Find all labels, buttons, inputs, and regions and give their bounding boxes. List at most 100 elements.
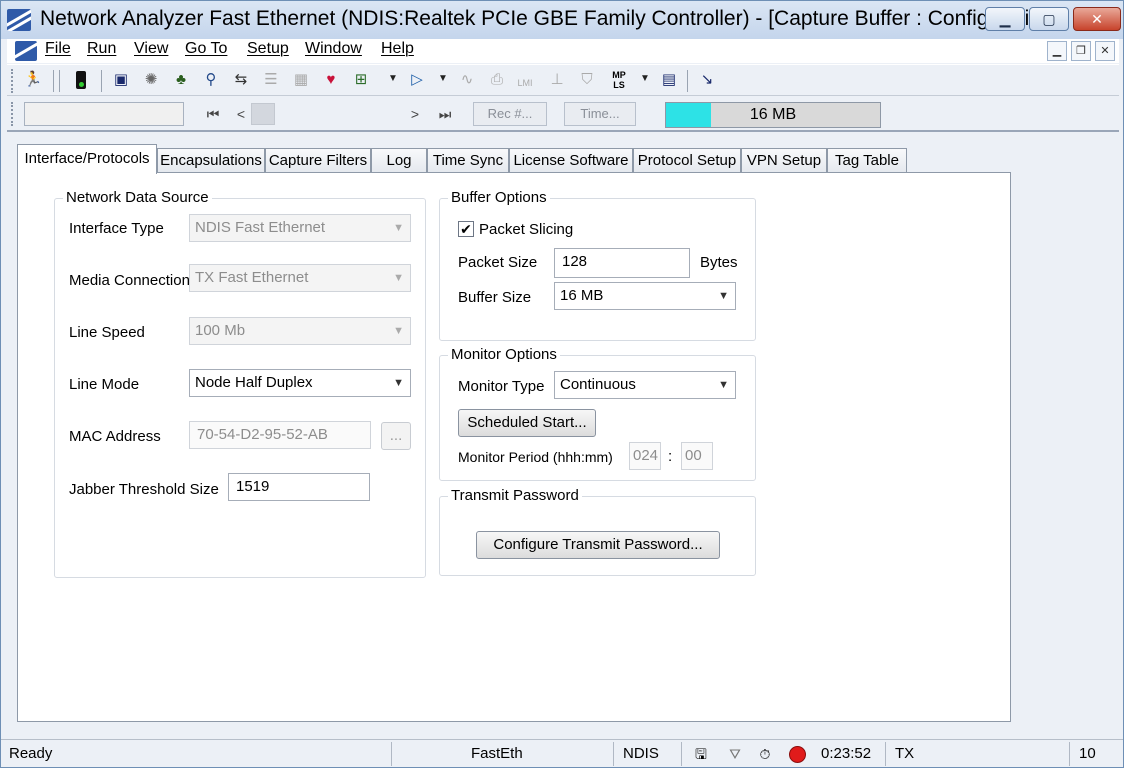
tab-time-sync[interactable]: Time Sync <box>427 148 509 173</box>
packet-size-unit: Bytes <box>700 254 738 271</box>
title-bar: Network Analyzer Fast Ethernet (NDIS:Rea… <box>1 1 1123 39</box>
buffer-options-group: Buffer Options ✔ Packet Slicing Packet S… <box>439 189 756 341</box>
group-title: Monitor Options <box>448 346 560 363</box>
mpls-icon[interactable]: MP LS <box>609 70 629 90</box>
menu-bar: File Run View Go To Setup Window Help ▁ … <box>7 39 1119 63</box>
list-icon[interactable]: ☰ <box>261 70 281 90</box>
tool-icon[interactable]: ↘ <box>697 70 717 90</box>
filter-arrow-icon[interactable]: ▷ <box>407 70 427 90</box>
buffer-size-select[interactable]: 16 MB ▼ <box>554 282 736 310</box>
scheduled-start-button[interactable]: Scheduled Start... <box>458 409 596 437</box>
monitor-type-select[interactable]: Continuous ▼ <box>554 371 736 399</box>
transmit-password-group: Transmit Password Configure Transmit Pas… <box>439 487 756 576</box>
packet-size-label: Packet Size <box>458 254 538 271</box>
child-close-button[interactable]: ✕ <box>1095 41 1115 61</box>
network-icon[interactable]: ♣ <box>171 70 191 90</box>
line-speed-label: Line Speed <box>69 324 145 341</box>
status-percent: 10 <box>1079 745 1096 762</box>
lmi-icon[interactable]: LMI <box>515 70 535 90</box>
menu-file[interactable]: File <box>45 40 71 58</box>
buffer-usage-bar: 16 MB <box>665 102 881 128</box>
tree-dropdown-icon[interactable]: ▼ <box>388 73 398 84</box>
jabber-threshold-field[interactable]: 1519 <box>228 473 370 501</box>
tab-encapsulations[interactable]: Encapsulations <box>157 148 265 173</box>
shield-icon[interactable]: ⛉ <box>577 70 597 90</box>
tab-log[interactable]: Log <box>371 148 427 173</box>
minimize-button[interactable]: ▁ <box>985 7 1025 31</box>
list-grid-icon[interactable]: ▦ <box>291 70 311 90</box>
rec-number-button[interactable]: Rec #... <box>473 102 547 126</box>
mac-address-field[interactable]: 70-54-D2-95-52-AB <box>189 421 371 449</box>
flow-icon[interactable]: ⇆ <box>231 70 251 90</box>
tab-license-software[interactable]: License Software <box>509 148 633 173</box>
media-connection-select[interactable]: TX Fast Ethernet ▼ <box>189 264 411 292</box>
network-data-source-group: Network Data Source Interface Type NDIS … <box>54 189 426 578</box>
traffic-light-icon[interactable] <box>71 70 91 90</box>
filter-icon: ⛛ <box>729 746 741 762</box>
monitor-period-separator: : <box>668 448 673 465</box>
menu-setup[interactable]: Setup <box>247 40 289 58</box>
line-mode-select[interactable]: Node Half Duplex ▼ <box>189 369 411 397</box>
toolbar-separator <box>59 70 60 92</box>
menu-go-to[interactable]: Go To <box>185 40 227 58</box>
tab-tag-table[interactable]: Tag Table <box>827 148 907 173</box>
filter-dropdown-icon[interactable]: ▼ <box>438 73 448 84</box>
tree-icon[interactable]: ⊞ <box>351 70 371 90</box>
record-position-field[interactable] <box>24 102 184 126</box>
main-toolbar: 🏃 ▣ ✺ ♣ ⚲ ⇆ ☰ ▦ ♥ ⊞ ▼ ▷ ▼ ∿ ⎙ LMI ⊥ ⛉ MP… <box>7 64 1119 96</box>
window-title: Network Analyzer Fast Ethernet (NDIS:Rea… <box>40 7 1059 30</box>
tab-vpn-setup[interactable]: VPN Setup <box>741 148 827 173</box>
printer-icon[interactable]: ⎙ <box>487 70 507 90</box>
interface-type-select[interactable]: NDIS Fast Ethernet ▼ <box>189 214 411 242</box>
search-network-icon[interactable]: ⚲ <box>201 70 221 90</box>
maximize-button[interactable]: ▢ <box>1029 7 1069 31</box>
packet-size-field[interactable]: 128 <box>554 248 690 278</box>
time-button[interactable]: Time... <box>564 102 636 126</box>
monitor-period-minutes-field[interactable]: 00 <box>681 442 713 470</box>
menu-run[interactable]: Run <box>87 40 116 58</box>
status-elapsed-time: 0:23:52 <box>821 745 872 762</box>
menu-help[interactable]: Help <box>381 40 414 58</box>
media-connection-label: Media Connection <box>69 272 190 289</box>
menu-window[interactable]: Window <box>305 40 362 58</box>
idea-icon[interactable]: ✺ <box>141 70 161 90</box>
status-bar: Ready FastEth NDIS 🖫 ⛛ ⏱ 0:23:52 TX 10 <box>1 739 1123 767</box>
heart-icon[interactable]: ♥ <box>321 70 341 90</box>
toolbar-grip[interactable] <box>11 69 15 93</box>
last-record-icon[interactable]: ⏭ <box>435 103 455 125</box>
line-speed-select[interactable]: 100 Mb ▼ <box>189 317 411 345</box>
tab-capture-filters[interactable]: Capture Filters <box>265 148 371 173</box>
child-restore-button[interactable]: ❐ <box>1071 41 1091 61</box>
chart-icon[interactable]: ∿ <box>457 70 477 90</box>
child-minimize-button[interactable]: ▁ <box>1047 41 1067 61</box>
status-separator <box>885 742 886 766</box>
navigation-bar: ⏮ < > ⏭ Rec #... Time... 16 MB <box>7 98 1119 132</box>
run-icon[interactable]: 🏃 <box>23 70 43 90</box>
menu-view[interactable]: View <box>134 40 168 58</box>
capture-icon[interactable]: ▣ <box>111 70 131 90</box>
toolbar-separator <box>687 70 688 92</box>
timer-icon: ⏱ <box>759 746 771 762</box>
next-record-icon[interactable]: > <box>405 103 425 125</box>
packet-slicing-checkbox[interactable]: ✔ <box>458 221 474 237</box>
monitor-options-group: Monitor Options Monitor Type Continuous ▼… <box>439 346 756 481</box>
line-mode-label: Line Mode <box>69 376 140 393</box>
configure-transmit-password-button[interactable]: Configure Transmit Password... <box>476 531 720 559</box>
application-window: Network Analyzer Fast Ethernet (NDIS:Rea… <box>0 0 1124 768</box>
previous-record-icon[interactable]: < <box>231 103 251 125</box>
mpls-dropdown-icon[interactable]: ▼ <box>640 73 650 84</box>
status-separator <box>391 742 392 766</box>
document-system-menu-icon[interactable] <box>15 41 37 61</box>
mac-browse-button[interactable]: ... <box>381 422 411 450</box>
first-record-icon[interactable]: ⏮ <box>203 103 223 125</box>
interface-type-label: Interface Type <box>69 220 164 237</box>
record-scrollbar-thumb[interactable] <box>251 103 275 125</box>
monitor-period-label: Monitor Period (hhh:mm) <box>458 449 613 465</box>
tab-protocol-setup[interactable]: Protocol Setup <box>633 148 741 173</box>
tab-interface-protocols[interactable]: Interface/Protocols <box>17 144 157 174</box>
table-icon[interactable]: ▤ <box>659 70 679 90</box>
toolbar-grip[interactable] <box>11 102 15 126</box>
close-button[interactable]: ✕ <box>1073 7 1121 31</box>
monitor-period-hours-field[interactable]: 024 <box>629 442 661 470</box>
hierarchy-icon[interactable]: ⊥ <box>547 70 567 90</box>
